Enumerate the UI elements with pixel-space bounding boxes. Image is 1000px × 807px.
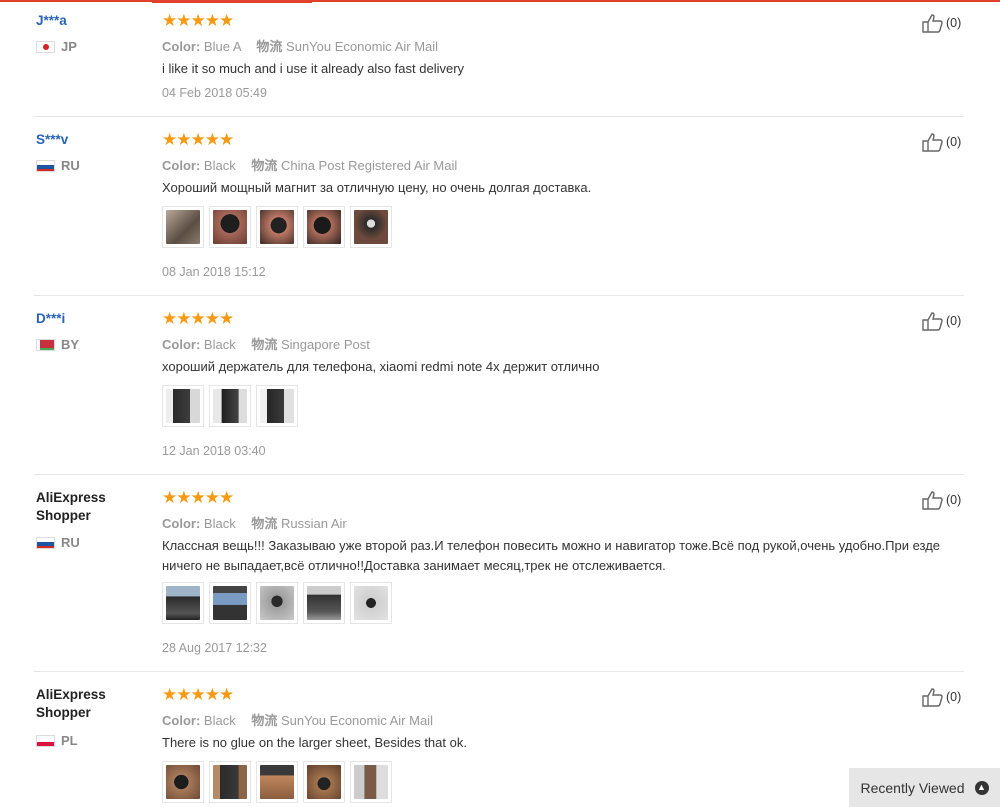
review-meta: Color: Black 物流 China Post Registered Ai… <box>162 158 458 173</box>
active-tab-indicator <box>152 0 312 3</box>
reviewer-name: AliExpress Shopper <box>36 490 106 523</box>
review-text: There is no glue on the larger sheet, Be… <box>162 735 467 750</box>
review-photo-thumbnail[interactable] <box>350 761 392 803</box>
thumbs-up-icon <box>922 688 943 707</box>
review-photo-thumbnail[interactable] <box>303 206 345 248</box>
helpful-button[interactable]: (0) <box>922 490 961 510</box>
flag-jp-icon <box>36 40 55 53</box>
helpful-button[interactable]: (0) <box>922 311 961 331</box>
thumbs-up-icon <box>922 491 943 510</box>
review-text: Классная вещь!!! Заказываю уже второй ра… <box>162 538 941 573</box>
review-photo-thumbnail[interactable] <box>162 761 204 803</box>
reviewer-name: D***i <box>36 311 66 326</box>
review-photo-thumbnail[interactable] <box>209 385 251 427</box>
star-rating: ★★★★★ <box>162 309 234 328</box>
review-photos <box>162 385 298 427</box>
review-text: i like it so much and i use it already a… <box>162 61 465 76</box>
review-divider <box>34 295 964 296</box>
review-meta: Color: Blue A 物流 SunYou Economic Air Mai… <box>162 39 439 54</box>
review-photo-thumbnail[interactable] <box>256 385 298 427</box>
top-border <box>0 0 1000 2</box>
reviewer-country: JP <box>36 39 77 54</box>
reviewer-name: S***v <box>36 132 69 147</box>
recently-viewed-button[interactable]: Recently Viewed ▲ <box>849 768 1000 807</box>
helpful-button[interactable]: (0) <box>922 687 961 707</box>
helpful-button[interactable]: (0) <box>922 132 961 152</box>
review-photo-thumbnail[interactable] <box>162 385 204 427</box>
review-photo-thumbnail[interactable] <box>209 761 251 803</box>
review-divider <box>34 116 964 117</box>
review-photo-thumbnail[interactable] <box>209 206 251 248</box>
review-date: 08 Jan 2018 15:12 <box>162 265 266 279</box>
review-date: 04 Feb 2018 05:49 <box>162 86 267 100</box>
review-photo-thumbnail[interactable] <box>209 582 251 624</box>
reviewer-country: RU <box>36 158 80 173</box>
review-text: хороший держатель для телефона, xiaomi r… <box>162 359 600 374</box>
review-photo-thumbnail[interactable] <box>303 582 345 624</box>
review-photo-thumbnail[interactable] <box>162 206 204 248</box>
star-rating: ★★★★★ <box>162 130 234 149</box>
flag-ru-icon <box>36 159 55 172</box>
thumbs-up-icon <box>922 312 943 331</box>
review-photo-thumbnail[interactable] <box>256 206 298 248</box>
review-photo-thumbnail[interactable] <box>350 206 392 248</box>
review-meta: Color: Black 物流 Russian Air <box>162 516 347 531</box>
review-date: 28 Aug 2017 12:32 <box>162 641 267 655</box>
helpful-button[interactable]: (0) <box>922 13 961 33</box>
star-rating: ★★★★★ <box>162 488 234 507</box>
reviewer-country: BY <box>36 337 79 352</box>
review-meta: Color: Black 物流 SunYou Economic Air Mail <box>162 713 433 728</box>
review-photo-thumbnail[interactable] <box>256 761 298 803</box>
review-date: 12 Jan 2018 03:40 <box>162 444 266 458</box>
recently-viewed-label: Recently Viewed <box>860 779 965 796</box>
review-photos <box>162 582 392 624</box>
reviewer-country: PL <box>36 733 78 748</box>
star-rating: ★★★★★ <box>162 11 234 30</box>
thumbs-up-icon <box>922 133 943 152</box>
review-text: Хороший мощный магнит за отличную цену, … <box>162 180 592 195</box>
reviewer-name: J***a <box>36 13 67 28</box>
review-photos <box>162 761 392 803</box>
review-divider <box>34 671 964 672</box>
review-photo-thumbnail[interactable] <box>162 582 204 624</box>
chevron-up-icon: ▲ <box>974 780 989 795</box>
reviewer-country: RU <box>36 535 80 550</box>
thumbs-up-icon <box>922 14 943 33</box>
flag-pl-icon <box>36 734 55 747</box>
review-photo-thumbnail[interactable] <box>350 582 392 624</box>
flag-ru-icon <box>36 536 55 549</box>
review-meta: Color: Black 物流 Singapore Post <box>162 337 370 352</box>
star-rating: ★★★★★ <box>162 685 234 704</box>
review-divider <box>34 474 964 475</box>
review-photos <box>162 206 392 248</box>
reviewer-name: AliExpress Shopper <box>36 687 106 720</box>
review-photo-thumbnail[interactable] <box>256 582 298 624</box>
flag-by-icon <box>36 338 55 351</box>
review-photo-thumbnail[interactable] <box>303 761 345 803</box>
